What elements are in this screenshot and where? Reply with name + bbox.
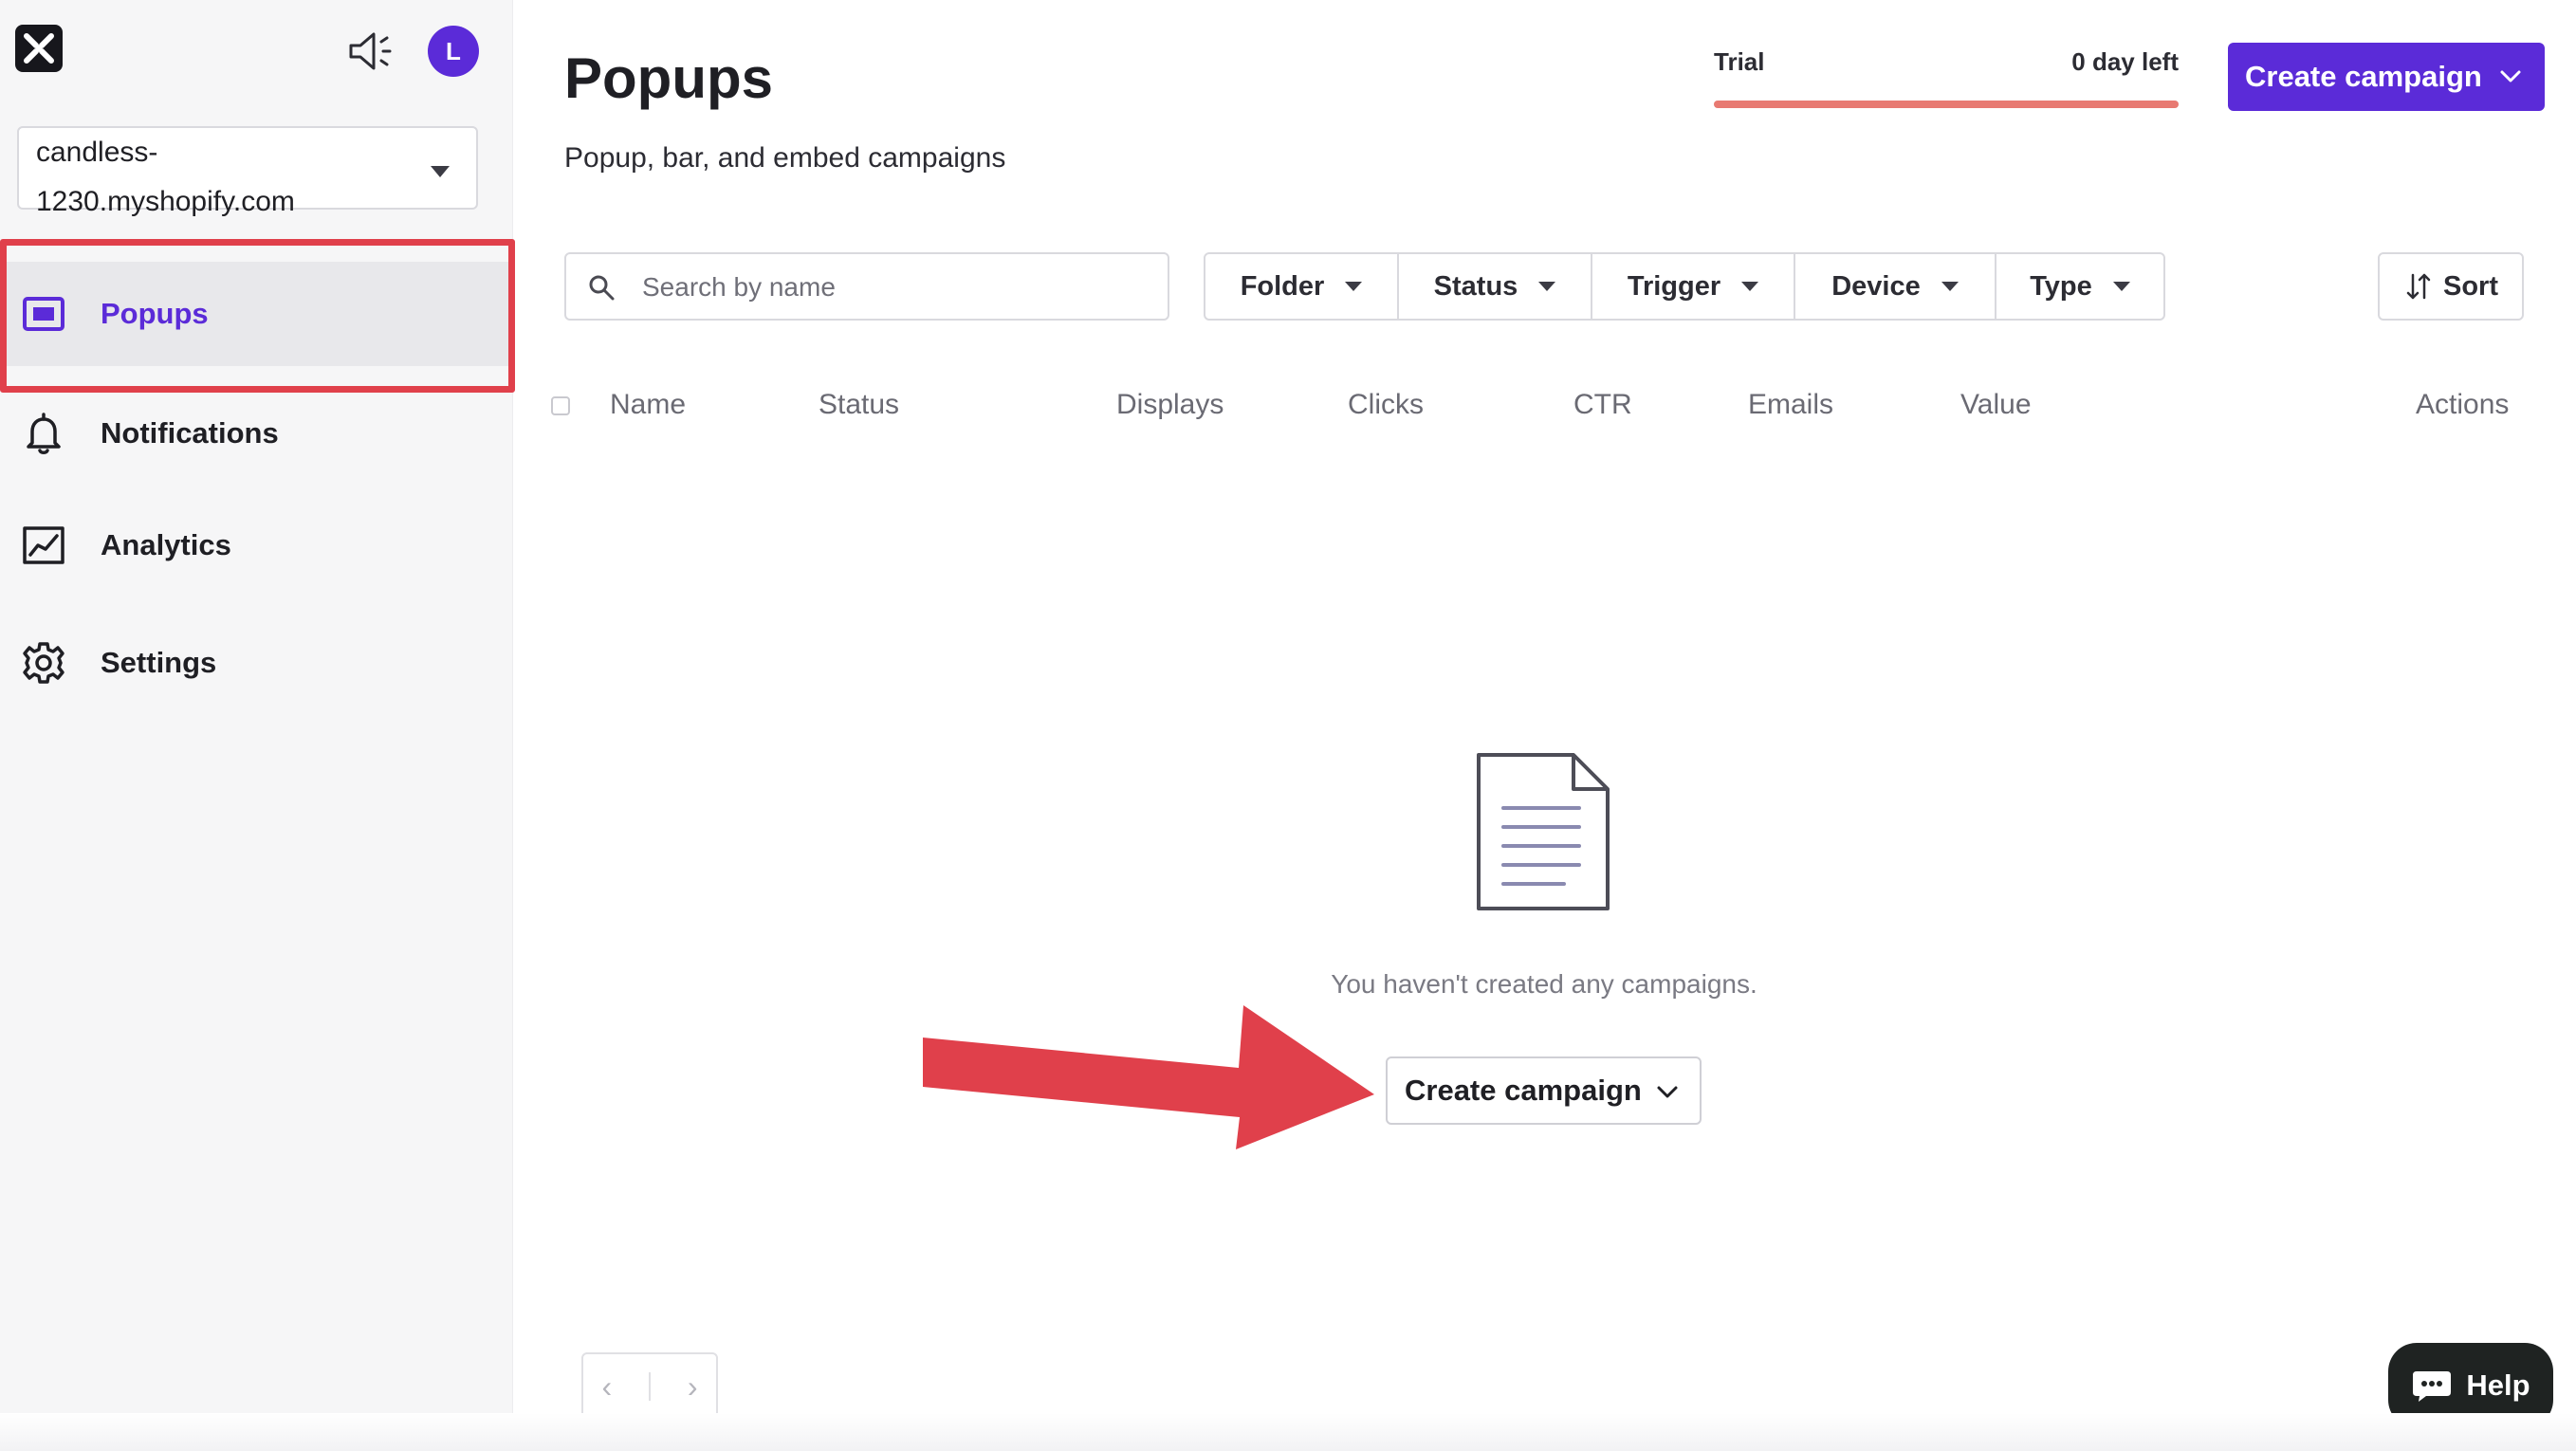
- caret-down-icon: [431, 166, 450, 177]
- chevron-down-icon: [1657, 1086, 1678, 1098]
- filter-device[interactable]: Device: [1795, 254, 1996, 319]
- select-all-checkbox[interactable]: [551, 396, 570, 415]
- filter-label: Trigger: [1627, 270, 1721, 302]
- chevron-down-icon: [2500, 70, 2521, 83]
- table-header: Name Status Displays Clicks CTR Emails V…: [551, 389, 2543, 436]
- sidebar-item-settings[interactable]: Settings: [0, 611, 512, 715]
- filter-type[interactable]: Type: [1996, 254, 2163, 319]
- caret-down-icon: [1941, 282, 1959, 291]
- annotation-highlight-box: [0, 239, 515, 393]
- sidebar-item-label: Analytics: [101, 528, 231, 561]
- megaphone-icon[interactable]: [345, 27, 395, 76]
- store-selector[interactable]: candless-1230.myshopify.com: [17, 126, 478, 217]
- chat-bubble-icon: [2413, 1371, 2452, 1402]
- next-page-icon[interactable]: ›: [688, 1369, 698, 1405]
- caret-down-icon: [1741, 282, 1759, 291]
- caret-down-icon: [2112, 282, 2130, 291]
- sidebar: L candless-1230.myshopify.com Popups Not…: [0, 0, 515, 1451]
- column-header-value[interactable]: Value: [1960, 389, 2032, 421]
- trial-label: Trial: [1714, 47, 1765, 76]
- trial-indicator: Trial 0 day left: [1714, 47, 2179, 110]
- column-header-clicks[interactable]: Clicks: [1348, 389, 1424, 421]
- filter-label: Type: [2030, 270, 2092, 302]
- empty-state-message: You haven't created any campaigns.: [1331, 969, 1757, 999]
- sidebar-item-label: Settings: [101, 646, 217, 679]
- search-field[interactable]: [564, 252, 1169, 321]
- bottom-edge: [0, 1413, 2576, 1451]
- create-campaign-button[interactable]: Create campaign: [2228, 43, 2545, 111]
- empty-document-icon: [1477, 753, 1610, 910]
- help-label: Help: [2466, 1368, 2530, 1402]
- avatar[interactable]: L: [428, 26, 479, 77]
- trial-days-left: 0 day left: [2071, 47, 2179, 76]
- sort-label: Sort: [2443, 270, 2498, 302]
- caret-down-icon: [1538, 282, 1556, 291]
- sort-arrows-icon: [2406, 273, 2431, 300]
- column-header-ctr[interactable]: CTR: [1573, 389, 1632, 421]
- previous-page-icon[interactable]: ‹: [601, 1369, 612, 1405]
- sidebar-item-notifications[interactable]: Notifications: [0, 381, 512, 486]
- trial-progress-fill: [1714, 101, 2179, 108]
- filter-group: Folder Status Trigger Device Type: [1204, 252, 2165, 321]
- create-campaign-empty-button[interactable]: Create campaign: [1386, 1056, 1702, 1125]
- filter-label: Device: [1831, 270, 1921, 302]
- pagination-divider: [648, 1372, 651, 1401]
- create-campaign-label: Create campaign: [1405, 1074, 1642, 1107]
- main-content: Popups Popup, bar, and embed campaigns T…: [513, 0, 2576, 1451]
- search-input[interactable]: [640, 266, 1137, 309]
- trial-progress-bar: [1714, 101, 2179, 108]
- column-header-emails[interactable]: Emails: [1748, 389, 1833, 421]
- page-subtitle: Popup, bar, and embed campaigns: [564, 142, 1006, 174]
- filter-status[interactable]: Status: [1399, 254, 1592, 319]
- sidebar-item-label: Notifications: [101, 416, 279, 450]
- pagination: ‹ ›: [581, 1352, 718, 1421]
- filter-label: Status: [1433, 270, 1518, 302]
- sort-button[interactable]: Sort: [2378, 252, 2524, 321]
- caret-down-icon: [1345, 282, 1363, 291]
- filter-folder[interactable]: Folder: [1205, 254, 1399, 319]
- column-header-actions: Actions: [2416, 389, 2510, 420]
- sidebar-item-analytics[interactable]: Analytics: [0, 493, 512, 597]
- create-campaign-label: Create campaign: [2245, 60, 2482, 93]
- annotation-arrow: [923, 1005, 1374, 1149]
- gear-icon: [23, 642, 64, 684]
- store-name: candless-1230.myshopify.com: [36, 137, 295, 217]
- column-header-name[interactable]: Name: [610, 389, 686, 421]
- filter-label: Folder: [1240, 270, 1325, 302]
- column-header-displays[interactable]: Displays: [1116, 389, 1224, 421]
- column-header-status[interactable]: Status: [819, 389, 899, 421]
- page-title: Popups: [564, 46, 773, 110]
- search-icon: [589, 275, 615, 301]
- line-chart-icon: [23, 526, 64, 564]
- bell-icon: [27, 413, 61, 454]
- filter-trigger[interactable]: Trigger: [1592, 254, 1795, 319]
- app-logo[interactable]: [15, 25, 63, 72]
